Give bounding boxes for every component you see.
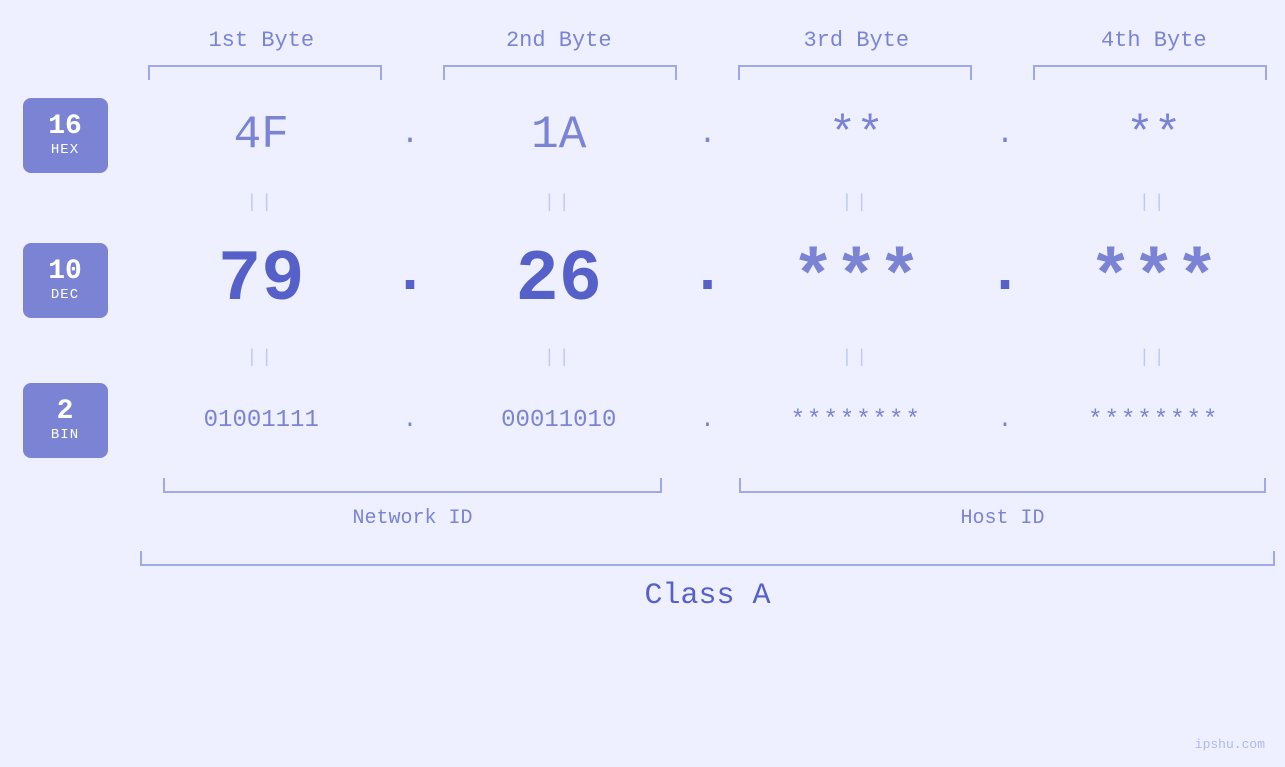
bin-badge: 2 BIN: [23, 383, 108, 458]
byte-label-2: 2nd Byte: [428, 28, 691, 53]
byte-labels: 1st Byte 2nd Byte 3rd Byte 4th Byte: [130, 28, 1285, 53]
byte-label-3: 3rd Byte: [725, 28, 988, 53]
host-id-label: Host ID: [960, 507, 1044, 530]
hex-badge: 16 HEX: [23, 98, 108, 173]
dec-badge: 10 DEC: [23, 243, 108, 318]
dec-val-4: ***: [1023, 239, 1285, 321]
header-row: 1st Byte 2nd Byte 3rd Byte 4th Byte: [0, 0, 1285, 60]
bracket-1: [148, 65, 382, 80]
watermark: ipshu.com: [1195, 737, 1265, 752]
sep-row-2: || || || ||: [0, 340, 1285, 375]
class-label: Class A: [644, 579, 770, 613]
dec-val-3: ***: [725, 239, 988, 321]
bin-val-1: 01001111: [130, 407, 393, 434]
sep-row-1: || || || ||: [0, 185, 1285, 220]
dec-val-2: 26: [428, 239, 691, 321]
dec-row: 10 DEC 79 . 26 . *** . ***: [0, 220, 1285, 340]
dec-val-1: 79: [130, 239, 393, 321]
byte-label-4: 4th Byte: [1023, 28, 1285, 53]
id-labels-row: Network ID Host ID: [0, 498, 1285, 538]
bin-row: 2 BIN 01001111 . 00011010 . ******** .: [0, 375, 1285, 465]
bracket-2: [443, 65, 677, 80]
hex-val-2: 1A: [428, 109, 691, 161]
class-bracket: [140, 551, 1275, 566]
bottom-bracket-network: [163, 478, 663, 493]
class-bracket-row: [0, 546, 1285, 571]
main-container: 1st Byte 2nd Byte 3rd Byte 4th Byte: [0, 0, 1285, 767]
bottom-bracket-host: [739, 478, 1266, 493]
bracket-4: [1033, 65, 1267, 80]
class-label-row: Class A: [0, 571, 1285, 621]
hex-val-3: **: [725, 109, 988, 161]
bottom-brackets: [0, 473, 1285, 498]
bin-val-3: ********: [725, 407, 988, 434]
network-id-label: Network ID: [352, 507, 472, 530]
hex-val-1: 4F: [130, 109, 393, 161]
bin-val-2: 00011010: [428, 407, 691, 434]
bracket-3: [738, 65, 972, 80]
bin-val-4: ********: [1023, 407, 1285, 434]
byte-label-1: 1st Byte: [130, 28, 393, 53]
hex-val-4: **: [1023, 109, 1285, 161]
top-brackets: [0, 60, 1285, 85]
hex-row: 16 HEX 4F . 1A . ** . **: [0, 85, 1285, 185]
